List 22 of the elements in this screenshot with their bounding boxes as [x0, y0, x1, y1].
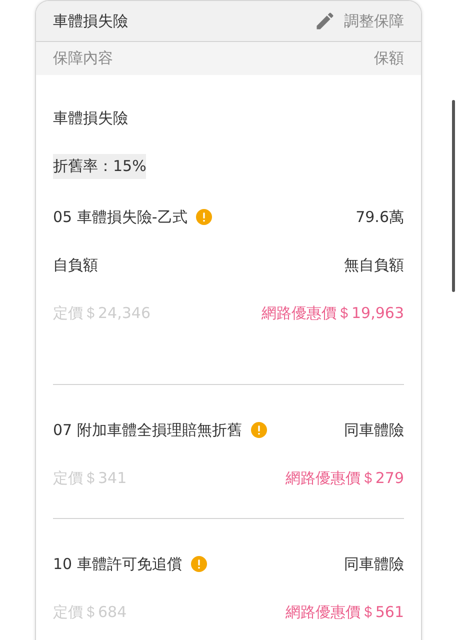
- depreciation-rate: 折舊率：15%: [53, 154, 146, 179]
- warning-icon[interactable]: [196, 209, 212, 225]
- deductible-value: 無自負額: [344, 256, 404, 274]
- pencil-icon: [314, 10, 336, 32]
- rider-amount: 同車體險: [344, 420, 404, 440]
- rider-name: 07 附加車體全損理賠無折舊: [53, 420, 242, 440]
- adjust-button[interactable]: 調整保障: [314, 10, 404, 32]
- scrollbar[interactable]: [452, 100, 455, 292]
- warning-icon[interactable]: [250, 422, 267, 438]
- warning-icon[interactable]: [190, 556, 207, 572]
- deductible-label: 自負額: [53, 256, 98, 274]
- coverage-amount: 79.6萬: [356, 208, 404, 226]
- rider-name: 10 車體許可免追償: [53, 554, 182, 574]
- online-price: 網路優惠價＄561: [285, 602, 404, 622]
- rider-amount: 同車體險: [344, 554, 404, 574]
- section-title: 車體損失險: [53, 108, 129, 128]
- card-title: 車體損失險: [53, 12, 128, 30]
- coverage-name: 05 車體損失險-乙式: [53, 208, 188, 226]
- column-header: 保障內容: [53, 49, 113, 68]
- online-price: 網路優惠價＄279: [285, 468, 404, 488]
- online-price: 網路優惠價＄19,963: [262, 304, 404, 322]
- column-header: 保額: [374, 49, 404, 68]
